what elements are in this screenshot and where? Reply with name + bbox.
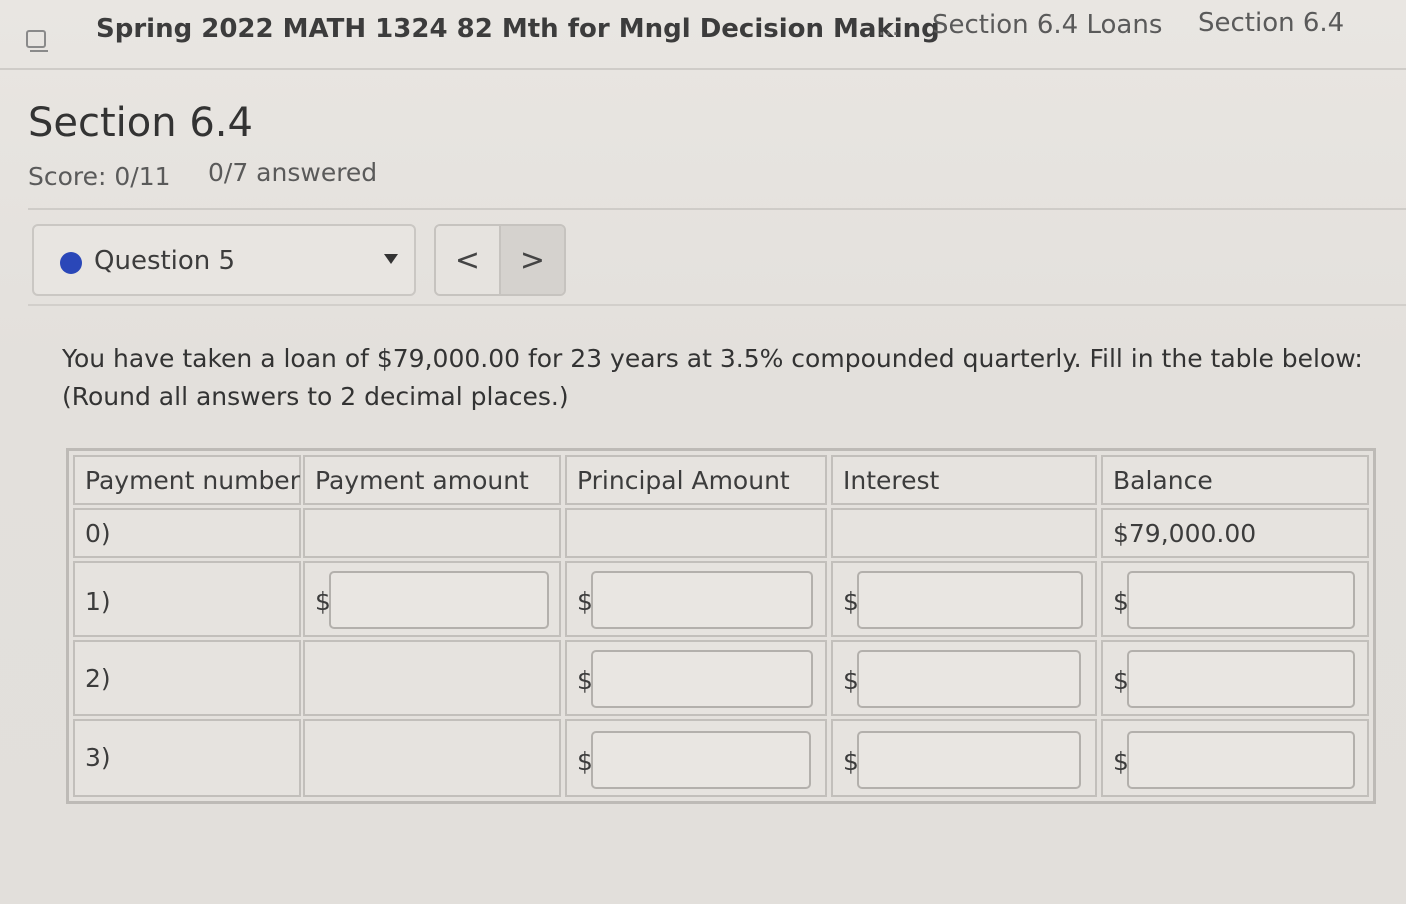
interest-cell: $: [831, 719, 1097, 797]
balance-cell: $: [1101, 719, 1369, 797]
question-select-label: Question 5: [94, 246, 236, 276]
table-row: 3): [73, 719, 301, 797]
page-title: Section 6.4: [28, 100, 253, 146]
principal-amount-input-1[interactable]: [591, 571, 813, 629]
balance-cell: $: [1101, 640, 1369, 716]
table-header-cell: Interest: [831, 455, 1097, 505]
balance-input-1[interactable]: [1127, 571, 1355, 629]
breadcrumb-ellipsis[interactable]: ...: [878, 16, 899, 41]
interest-input-1[interactable]: [857, 571, 1083, 629]
next-question-button[interactable]: >: [501, 226, 564, 294]
principal-cell: $: [565, 561, 827, 637]
table-header-cell: Payment amount: [303, 455, 561, 505]
question-nav: < >: [434, 224, 566, 296]
payment-amount-input-1[interactable]: [329, 571, 549, 629]
divider: [28, 304, 1406, 306]
principal-amount-input-3[interactable]: [591, 731, 811, 789]
question-select[interactable]: Question 5: [32, 224, 416, 296]
chevron-right-icon: >: [519, 242, 546, 278]
answered-count: 0/7 answered: [208, 158, 378, 187]
table-row: 1): [73, 561, 301, 637]
header-interest: Interest: [843, 466, 940, 495]
page: Spring 2022 MATH 1324 82 Mth for Mngl De…: [0, 0, 1406, 904]
breadcrumb-course[interactable]: Spring 2022 MATH 1324 82 Mth for Mngl De…: [96, 14, 940, 44]
status-dot-icon: [60, 252, 82, 274]
course-icon[interactable]: [26, 30, 48, 52]
caret-down-icon: [384, 254, 398, 264]
table-header-cell: Balance: [1101, 455, 1369, 505]
balance-cell: $: [1101, 561, 1369, 637]
interest-input-3[interactable]: [857, 731, 1081, 789]
table-row: 2): [73, 640, 301, 716]
interest-input-2[interactable]: [857, 650, 1081, 708]
row-label: 2): [85, 664, 111, 693]
initial-balance: $79,000.00: [1113, 519, 1257, 548]
principal-cell: $: [565, 719, 827, 797]
empty-cell: [303, 640, 561, 716]
chevron-left-icon: <: [454, 242, 481, 278]
balance-input-3[interactable]: [1127, 731, 1355, 789]
balance-input-2[interactable]: [1127, 650, 1355, 708]
principal-cell: $: [565, 640, 827, 716]
principal-amount-input-2[interactable]: [591, 650, 813, 708]
payment-cell: $: [303, 561, 561, 637]
interest-cell: $: [831, 640, 1097, 716]
breadcrumb-assignment[interactable]: Section 6.4 Loans: [932, 10, 1162, 40]
empty-cell: [303, 508, 561, 558]
row-label: 1): [85, 587, 111, 616]
header-principal-amount: Principal Amount: [577, 466, 790, 495]
header-balance: Balance: [1113, 466, 1213, 495]
empty-cell: [565, 508, 827, 558]
empty-cell: [303, 719, 561, 797]
breadcrumb-current: Section 6.4: [1198, 8, 1345, 38]
table-row: 0): [73, 508, 301, 558]
table-header-cell: Principal Amount: [565, 455, 827, 505]
table-header-cell: Payment number: [73, 455, 301, 505]
divider: [28, 208, 1406, 210]
amortization-table: Payment number Payment amount Principal …: [66, 448, 1376, 804]
row-label: 3): [85, 743, 111, 772]
row-label: 0): [85, 519, 111, 548]
score-text: Score: 0/11: [28, 162, 171, 191]
header-payment-amount: Payment amount: [315, 466, 529, 495]
interest-cell: $: [831, 561, 1097, 637]
header-payment-number: Payment number: [85, 466, 300, 495]
balance-cell: $79,000.00: [1101, 508, 1369, 558]
empty-cell: [831, 508, 1097, 558]
question-text: You have taken a loan of $79,000.00 for …: [62, 344, 1363, 411]
prev-question-button[interactable]: <: [436, 226, 501, 294]
breadcrumb: Spring 2022 MATH 1324 82 Mth for Mngl De…: [0, 0, 1406, 70]
